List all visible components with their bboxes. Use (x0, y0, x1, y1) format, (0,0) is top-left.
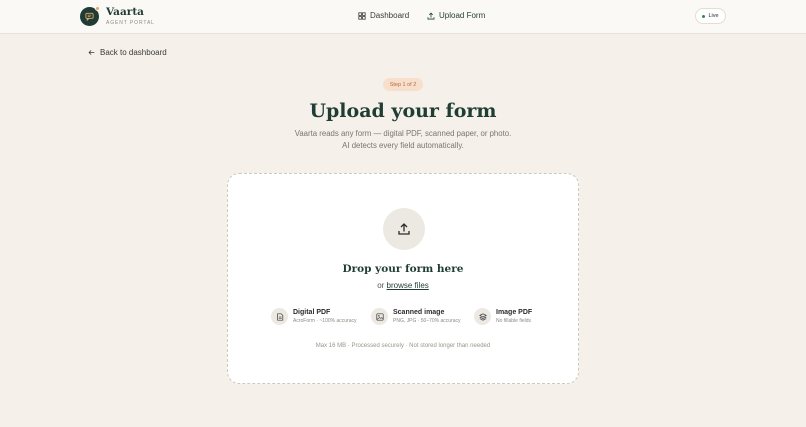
dropzone-browse-row: or browse files (228, 281, 578, 290)
logo (80, 5, 100, 26)
live-indicator-dot (702, 14, 706, 18)
step-label: Step 1 of 2 (389, 81, 417, 88)
format-name: Image PDF (496, 308, 533, 316)
nav-upload-form[interactable]: Upload Form (427, 11, 485, 21)
top-bar: Vaarta AGENT PORTAL Dashboard Upload For… (0, 0, 806, 34)
image-icon (375, 312, 384, 321)
format-description: PNG, JPG · 50–70% accuracy (393, 317, 461, 324)
page-subtitle-line-1: Vaarta reads any form — digital PDF, sca… (294, 129, 512, 138)
or-text: or (377, 281, 385, 290)
upload-icon (427, 12, 435, 20)
arrow-left-icon (88, 50, 95, 55)
nav-dashboard[interactable]: Dashboard (358, 11, 409, 21)
chat-icon (85, 12, 94, 21)
brand-subtitle: AGENT PORTAL (106, 20, 155, 26)
format-digital-pdf: Digital PDF AcroForm · ~100% accuracy (271, 308, 357, 325)
upload-button[interactable] (383, 208, 425, 250)
layers-icon (478, 312, 487, 321)
step-indicator: Step 1 of 2 (383, 78, 423, 91)
document-icon (276, 312, 283, 321)
format-description: No fillable fields (496, 317, 532, 324)
grid-icon (358, 12, 366, 20)
format-name: Scanned image (393, 308, 445, 316)
browse-files-link[interactable]: browse files (387, 281, 429, 290)
dropzone-title: Drop your form here (342, 263, 464, 275)
nav-upload-label: Upload Form (439, 11, 486, 20)
format-description: AcroForm · ~100% accuracy (293, 317, 357, 324)
nav-dashboard-label: Dashboard (370, 11, 410, 20)
back-to-dashboard-link[interactable]: Back to dashboard (88, 48, 167, 57)
brand[interactable]: Vaarta AGENT PORTAL (80, 5, 155, 26)
page-title: Upload your form (309, 100, 497, 122)
format-scanned-image: Scanned image PNG, JPG · 50–70% accuracy (371, 308, 461, 325)
live-status-badge: Live (695, 8, 726, 24)
file-dropzone[interactable]: Drop your form here or browse files Digi… (227, 173, 579, 384)
brand-name: Vaarta (106, 6, 144, 18)
back-link-label: Back to dashboard (100, 48, 167, 57)
format-image-pdf: Image PDF No fillable fields (474, 308, 532, 325)
upload-icon (398, 223, 410, 235)
live-status-label: Live (708, 13, 719, 19)
format-name: Digital PDF (293, 308, 331, 316)
logo-badge-dot (95, 5, 100, 11)
page-subtitle-line-2: AI detects every field automatically. (342, 141, 464, 150)
upload-footnote: Max 16 MB · Processed securely · Not sto… (315, 343, 491, 349)
